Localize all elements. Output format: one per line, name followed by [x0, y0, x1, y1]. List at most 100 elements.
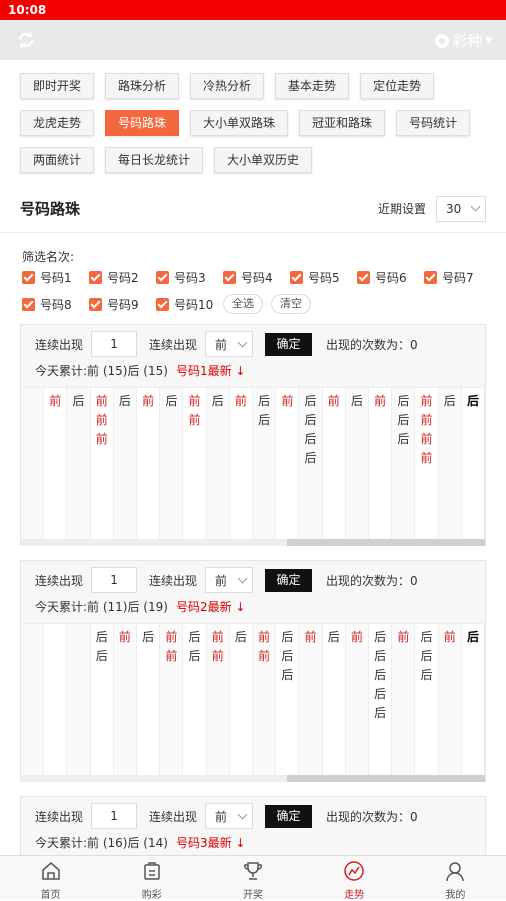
- bead-column: 前前: [206, 624, 230, 775]
- nav-button[interactable]: 每日长龙统计: [105, 147, 204, 173]
- trophy-icon: [242, 860, 264, 886]
- summary-line: 今天累计:前 (16)后 (14) 号码3最新 ↓: [35, 834, 485, 851]
- bead-cell: 后: [374, 668, 387, 682]
- lottery-label: 彩种: [452, 32, 483, 50]
- period-select[interactable]: 30: [436, 195, 486, 222]
- bead-panel: 连续出现 1 连续出现前确定 出现的次数为：0 今天累计:前 (15)后 (15) 号码1…: [20, 324, 486, 546]
- rank-checkbox[interactable]: 号码2: [89, 269, 156, 286]
- rank-checkbox[interactable]: 号码7: [424, 269, 491, 286]
- caret-down-icon: ▼: [485, 35, 492, 46]
- rank-checkbox[interactable]: 号码4: [223, 269, 290, 286]
- rank-filter: 筛选名次: 号码1 号码2 号码3 号码4 号码5 号码6 号码7 号码8 号码9 号码10 全选清…: [0, 233, 506, 314]
- scrollbar-thumb[interactable]: [287, 539, 485, 546]
- bead-panels: 连续出现 1 连续出现前确定 出现的次数为：0 今天累计:前 (15)后 (15) 号码1…: [0, 324, 506, 859]
- bead-column: 前: [392, 624, 416, 775]
- nav-button[interactable]: 即时开奖: [20, 73, 95, 99]
- bead-column: 后: [345, 388, 370, 539]
- bead-cell: 前: [327, 394, 340, 408]
- tab-1[interactable]: 购彩: [101, 856, 202, 901]
- nav-button[interactable]: 定位走势: [360, 73, 435, 99]
- horizontal-scrollbar[interactable]: [21, 775, 485, 782]
- bead-column: 后后后: [415, 624, 439, 775]
- bead-cell: 前: [420, 394, 433, 408]
- bead-column: [67, 624, 91, 775]
- consecutive-count-input[interactable]: 1: [91, 331, 138, 357]
- bead-column: 前前: [183, 388, 207, 539]
- bead-cell: 后: [281, 668, 294, 682]
- control-row: 连续出现 1 连续出现 前 确定 出现的次数为：0: [35, 331, 485, 357]
- nav-button[interactable]: 号码统计: [396, 110, 471, 136]
- bead-cell: 前: [420, 432, 433, 446]
- bead-column: 后后后后: [299, 388, 323, 539]
- nav-button[interactable]: 两面统计: [20, 147, 95, 173]
- bead-column: 后: [206, 388, 230, 539]
- rank-checkbox[interactable]: 号码1: [22, 269, 89, 286]
- refresh-icon[interactable]: [16, 30, 36, 50]
- summary-text: 今天累计:前 (11)后 (19): [35, 600, 168, 614]
- bead-column: 前: [137, 388, 161, 539]
- consecutive-label: 连续出现: [35, 337, 84, 352]
- bead-cell: 后: [420, 668, 433, 682]
- confirm-button[interactable]: 确定: [265, 332, 313, 356]
- confirm-button[interactable]: 确定: [265, 804, 313, 828]
- nav-button[interactable]: 大小单双历史: [214, 147, 313, 173]
- user-icon: [444, 860, 466, 886]
- confirm-button[interactable]: 确定: [265, 568, 313, 592]
- bead-cell: 前: [304, 630, 317, 644]
- nav-button[interactable]: 基本走势: [275, 73, 350, 99]
- scrollbar-thumb[interactable]: [287, 775, 485, 782]
- lottery-type-selector[interactable]: 彩种 ▼: [435, 30, 492, 51]
- consecutive-count-input[interactable]: 1: [91, 567, 138, 593]
- bead-column: 前: [369, 388, 393, 539]
- trend-chart-icon: [343, 860, 365, 886]
- rank-checkbox[interactable]: 号码6: [357, 269, 424, 286]
- bead-column: 后: [113, 388, 138, 539]
- rank-checkbox[interactable]: 号码9: [89, 294, 156, 314]
- tab-0[interactable]: 首页: [0, 856, 101, 901]
- rank-checkbox[interactable]: 号码8: [22, 294, 89, 314]
- bead-cell: 后: [304, 394, 317, 408]
- tab-3[interactable]: 走势: [304, 856, 405, 901]
- bead-cell: 后: [397, 413, 410, 427]
- direction-select[interactable]: 前: [205, 567, 254, 593]
- panel-controls: 连续出现 1 连续出现 前 确定 出现的次数为：0 今天累计:前 (15)后 (15) 号码1…: [21, 325, 485, 387]
- bead-grid: 后后前后前前后后前前后前前后后后前后前后后后后后前后后后前后: [21, 623, 486, 775]
- horizontal-scrollbar[interactable]: [21, 539, 485, 546]
- checkbox-label: 号码9: [107, 297, 139, 312]
- rank-checkbox[interactable]: 号码5: [290, 269, 357, 286]
- nav-button[interactable]: 路珠分析: [105, 73, 180, 99]
- nav-button[interactable]: 冷热分析: [190, 73, 265, 99]
- bead-column: 后: [160, 388, 184, 539]
- bead-grid: 前后前前前后前后前前后前后后前后后后后前后前后后后前前前前后后: [21, 387, 486, 539]
- bead-column: 后: [230, 624, 254, 775]
- nav-button[interactable]: 号码路珠: [105, 110, 180, 136]
- latest-link[interactable]: 号码1最新 ↓: [176, 364, 246, 378]
- times-label: 出现的次数为：0: [326, 337, 418, 352]
- rank-checkbox[interactable]: 号码3: [156, 269, 223, 286]
- chevron-down-icon: [237, 337, 248, 347]
- latest-link[interactable]: 号码2最新 ↓: [176, 600, 246, 614]
- checkbox-label: 号码3: [174, 271, 206, 285]
- consecutive-label: 连续出现: [149, 337, 198, 352]
- consecutive-count-input[interactable]: 1: [91, 803, 138, 829]
- checkbox-label: 号码1: [40, 271, 72, 285]
- checkbox-label: 号码4: [241, 271, 273, 285]
- latest-link[interactable]: 号码3最新 ↓: [176, 836, 246, 850]
- select-all-button[interactable]: 全选: [223, 294, 263, 314]
- period-label: 近期设置: [377, 202, 426, 216]
- tab-2[interactable]: 开奖: [202, 856, 303, 901]
- nav-button[interactable]: 冠亚和路珠: [299, 110, 386, 136]
- direction-select[interactable]: 前: [205, 331, 254, 357]
- tab-4[interactable]: 我的: [405, 856, 506, 901]
- clear-button[interactable]: 清空: [271, 294, 311, 314]
- rank-checkbox[interactable]: 号码10: [156, 294, 223, 314]
- checkbox-label: 号码5: [308, 271, 340, 285]
- nav-button[interactable]: 大小单双路珠: [190, 110, 289, 136]
- direction-select[interactable]: 前: [205, 803, 254, 829]
- bead-cell: 后: [466, 394, 479, 408]
- bead-cell: 后: [258, 394, 271, 408]
- bead-column: 后: [438, 388, 462, 539]
- bottom-tab-bar: 首页 购彩 开奖 走势 我的: [0, 855, 506, 901]
- nav-button[interactable]: 龙虎走势: [20, 110, 95, 136]
- bead-cell: 前: [374, 394, 387, 408]
